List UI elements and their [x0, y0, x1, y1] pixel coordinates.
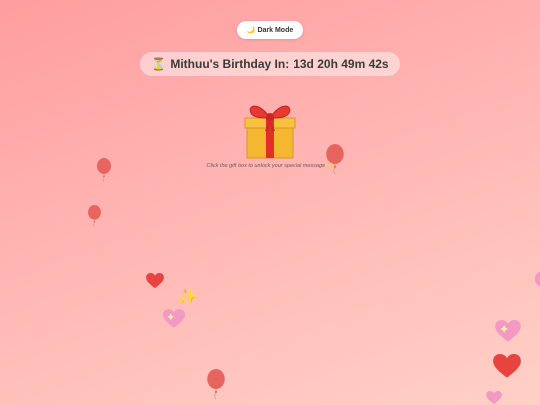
balloon-icon — [207, 369, 225, 399]
sparkling-heart-icon — [163, 309, 185, 328]
heart-icon — [146, 273, 164, 289]
balloon-icon — [326, 144, 344, 174]
gift-icon[interactable] — [243, 101, 297, 159]
dark-mode-label: Dark Mode — [257, 26, 294, 34]
countdown-value: 13d 20h 49m 42s — [293, 57, 389, 71]
sparkling-heart-icon — [486, 391, 502, 405]
balloon-icon — [88, 205, 101, 227]
dark-mode-button[interactable]: 🌙 Dark Mode — [237, 21, 303, 39]
gift-hint: Click the gift box to unlock your specia… — [160, 163, 380, 169]
countdown-banner: ⏳ Mithuu's Birthday In: 13d 20h 49m 42s — [140, 52, 400, 76]
heart-icon — [535, 272, 540, 286]
heart-icon — [493, 354, 521, 378]
balloon-icon — [97, 158, 111, 182]
sparkle-icon: ✨ — [178, 289, 198, 306]
moon-icon: 🌙 — [246, 27, 256, 34]
countdown-prefix: Mithuu's Birthday In: — [170, 57, 290, 71]
sparkling-heart-icon — [495, 320, 521, 342]
gift-hint-text: Click the gift box to unlock your specia… — [206, 163, 326, 169]
hourglass-icon: ⏳ — [151, 57, 167, 71]
